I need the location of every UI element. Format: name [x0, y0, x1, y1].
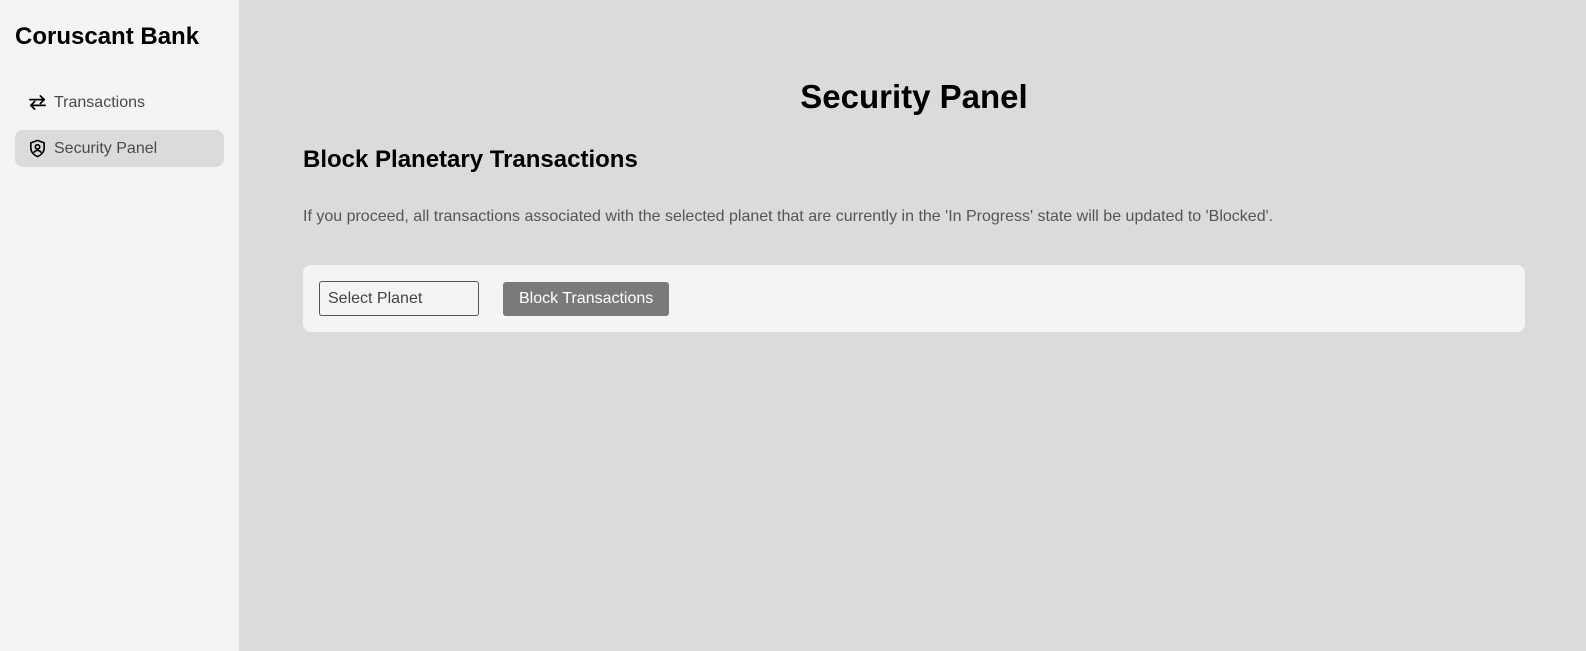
sidebar-item-transactions[interactable]: Transactions [15, 84, 224, 121]
page-title: Security Panel [800, 78, 1028, 115]
sidebar-item-label: Security Panel [54, 139, 158, 157]
main-content: Security Panel Block Planetary Transacti… [239, 0, 1586, 651]
arrows-exchange-icon [28, 93, 47, 112]
sidebar-item-label: Transactions [54, 93, 145, 111]
planet-select[interactable]: Select Planet [319, 281, 479, 316]
section-title: Block Planetary Transactions [303, 146, 638, 173]
planet-select-value: Select Planet [328, 289, 423, 307]
block-action-card: Select Planet Block Transactions [303, 265, 1525, 332]
app-root: Coruscant Bank Transactions Security Pan… [0, 0, 1586, 651]
block-transactions-button[interactable]: Block Transactions [503, 281, 670, 316]
section-description: If you proceed, all transactions associa… [303, 208, 1274, 225]
brand-title: Coruscant Bank [15, 23, 200, 50]
sidebar-nav: Transactions Security Panel [15, 84, 224, 167]
sidebar: Coruscant Bank Transactions Security Pan… [0, 0, 239, 651]
shield-user-icon [28, 139, 47, 158]
sidebar-item-security-panel[interactable]: Security Panel [15, 130, 224, 167]
